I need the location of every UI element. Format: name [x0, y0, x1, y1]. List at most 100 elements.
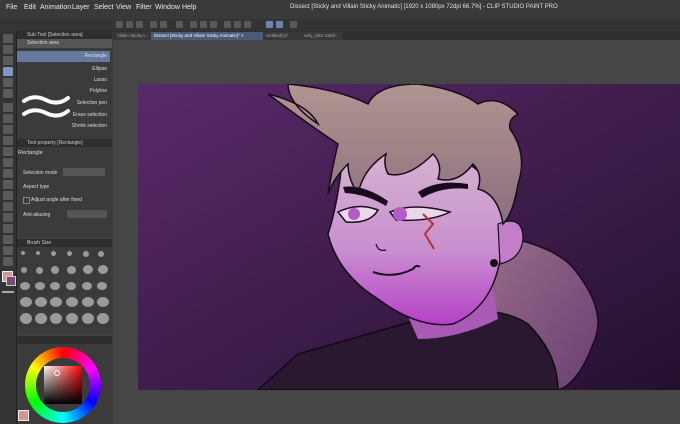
earring: [490, 259, 498, 267]
blend-tool-icon[interactable]: [3, 169, 13, 178]
brush-size-preset[interactable]: [35, 297, 47, 307]
brush-size-preset[interactable]: [67, 251, 72, 256]
new-icon[interactable]: [116, 21, 123, 28]
canvas[interactable]: [138, 84, 680, 390]
brush-size-preset[interactable]: [21, 267, 27, 273]
invert-selection-icon[interactable]: [200, 21, 207, 28]
snap-ruler-icon[interactable]: [234, 21, 241, 28]
undo-icon[interactable]: [150, 21, 157, 28]
brush-stroke-preview: [22, 95, 70, 118]
open-icon[interactable]: [126, 21, 133, 28]
move-tool-icon[interactable]: [3, 45, 13, 54]
brush-size-preset[interactable]: [66, 282, 76, 290]
menu-help[interactable]: Help: [182, 4, 196, 11]
decoration-tool-icon[interactable]: [3, 147, 13, 156]
snap-grid-icon[interactable]: [244, 21, 251, 28]
left-pupil: [348, 208, 360, 220]
brush-size-preset[interactable]: [51, 251, 56, 256]
snap-icon[interactable]: [224, 21, 231, 28]
brush-size-preset[interactable]: [36, 251, 40, 255]
deselect-icon[interactable]: [190, 21, 197, 28]
redo-icon[interactable]: [160, 21, 167, 28]
adjust-angle-checkbox[interactable]: [23, 197, 30, 204]
brush-size-preset[interactable]: [66, 297, 78, 307]
menu-window[interactable]: Window: [155, 4, 180, 11]
menu-select[interactable]: Select: [94, 4, 113, 11]
tab-untitled[interactable]: Untitled(c)*: [263, 32, 305, 40]
menu-view[interactable]: View: [116, 4, 131, 11]
transparent-color-icon[interactable]: [2, 291, 14, 293]
brush-size-preset[interactable]: [82, 313, 94, 324]
text-tool-icon[interactable]: [3, 235, 13, 244]
eyedropper-tool-icon[interactable]: [3, 89, 13, 98]
ruler-tool-icon[interactable]: [3, 224, 13, 233]
zoom-tool-icon[interactable]: [3, 34, 13, 43]
color-picker-cursor[interactable]: [54, 370, 60, 376]
menu-animation[interactable]: Animation: [40, 4, 71, 11]
tab-dissect[interactable]: Dissect [Sticky and Villain Sticky Anima…: [151, 32, 267, 40]
subtool-group-tab[interactable]: Selection area: [17, 39, 112, 48]
clear-icon[interactable]: [176, 21, 183, 28]
brush-size-preset[interactable]: [50, 313, 62, 324]
tab-nefy[interactable]: nefy_idk1 Untitl...: [301, 32, 343, 40]
selection-mode-buttons[interactable]: [63, 168, 105, 176]
snap-special-icon[interactable]: [266, 21, 273, 28]
tab-villain-sticky[interactable]: Villain Sticky t...: [114, 32, 155, 40]
selection-tool-icon[interactable]: [3, 67, 13, 76]
tool-property-title: Tool property [Rectangle]: [27, 140, 83, 146]
anti-aliasing-label: Anti-aliasing: [23, 212, 51, 218]
frame-tool-icon[interactable]: [3, 213, 13, 222]
eraser-tool-icon[interactable]: [3, 158, 13, 167]
menu-file[interactable]: File: [6, 4, 17, 11]
menu-filter[interactable]: Filter: [136, 4, 152, 11]
saturation-value-square[interactable]: [44, 366, 82, 404]
transform-icon[interactable]: [210, 21, 217, 28]
correct-line-tool-icon[interactable]: [3, 257, 13, 266]
brush-size-preset[interactable]: [67, 266, 76, 274]
brush-size-preset[interactable]: [83, 251, 89, 257]
layer-icon[interactable]: [290, 21, 297, 28]
subtool-lasso[interactable]: Lasso: [17, 75, 110, 86]
brush-size-preset[interactable]: [36, 267, 43, 274]
current-color-swatch[interactable]: [18, 410, 29, 421]
pen-tool-icon[interactable]: [3, 103, 13, 112]
brush-size-preset[interactable]: [50, 297, 62, 307]
brush-size-preset[interactable]: [98, 265, 108, 274]
adjust-angle-label: Adjust angle after fixed: [31, 197, 82, 203]
brush-size-preset[interactable]: [20, 282, 30, 290]
brush-size-preset[interactable]: [50, 282, 60, 290]
pencil-tool-icon[interactable]: [3, 114, 13, 123]
brush-size-preset[interactable]: [35, 313, 47, 324]
gradient-tool-icon[interactable]: [3, 191, 13, 200]
auto-select-tool-icon[interactable]: [3, 78, 13, 87]
figure-tool-icon[interactable]: [3, 202, 13, 211]
balloon-tool-icon[interactable]: [3, 246, 13, 255]
brush-size-preset[interactable]: [97, 313, 109, 324]
anti-aliasing-selector[interactable]: [67, 210, 107, 218]
right-pupil: [393, 207, 407, 221]
brush-size-preset[interactable]: [82, 297, 94, 307]
brush-size-preset[interactable]: [66, 313, 78, 324]
tool-name: Rectangle: [18, 150, 43, 156]
menu-layer[interactable]: Layer: [72, 4, 90, 11]
brush-size-preset[interactable]: [21, 251, 25, 255]
operation-tool-icon[interactable]: [3, 56, 13, 65]
brush-size-preset[interactable]: [20, 297, 32, 307]
airbrush-tool-icon[interactable]: [3, 136, 13, 145]
brush-size-preset[interactable]: [82, 282, 92, 290]
save-icon[interactable]: [136, 21, 143, 28]
brush-size-preset[interactable]: [20, 313, 32, 324]
subtool-rectangle[interactable]: Rectangle: [17, 51, 110, 62]
brush-size-preset[interactable]: [97, 297, 109, 307]
brush-tool-icon[interactable]: [3, 125, 13, 134]
sub-color-swatch[interactable]: [6, 276, 16, 286]
brush-size-preset[interactable]: [97, 282, 107, 290]
brush-size-preset[interactable]: [51, 266, 59, 274]
menu-edit[interactable]: Edit: [24, 4, 36, 11]
brush-size-preset[interactable]: [98, 251, 104, 257]
subtool-ellipse[interactable]: Ellipse: [17, 64, 110, 75]
snap-perspective-icon[interactable]: [276, 21, 283, 28]
fill-tool-icon[interactable]: [3, 180, 13, 189]
brush-size-preset[interactable]: [35, 282, 45, 290]
brush-size-preset[interactable]: [83, 265, 93, 274]
